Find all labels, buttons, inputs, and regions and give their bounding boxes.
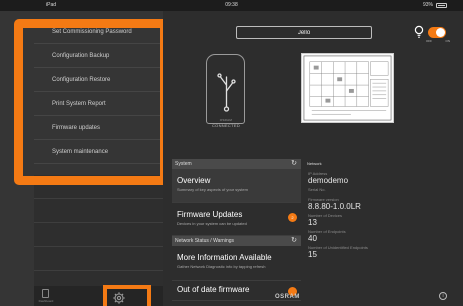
system-list: System ↻ Overview Summary of key aspects…: [172, 159, 301, 301]
network-details: Network IP Address demodemo Serial No. F…: [305, 159, 455, 259]
status-bar: iPad 09:38 93%: [0, 0, 463, 11]
toggle-on-label: ON: [445, 39, 451, 43]
highlight-frame-settings-tab: [103, 285, 151, 306]
info-icon[interactable]: i: [439, 292, 447, 300]
tab-dashboard-label: Dashboard: [38, 299, 54, 303]
firmware-version-value: 8.8.80-1.0.0LR: [308, 202, 361, 211]
details-header: Network: [307, 161, 322, 166]
lightbulb-icon: [414, 25, 424, 38]
clock: 09:38: [225, 2, 238, 8]
number-of-devices-value: 13: [308, 218, 317, 227]
empty-row: [34, 247, 163, 271]
list-item-more-information[interactable]: More Information Available Gather Networ…: [172, 246, 301, 281]
sidebar-empty-area: [34, 175, 163, 295]
tab-dashboard[interactable]: Dashboard: [34, 287, 58, 305]
overview-title: Overview: [177, 176, 211, 185]
unidentified-endpoints-value: 15: [308, 250, 317, 259]
refresh-icon[interactable]: ↻: [291, 159, 297, 169]
toggle-knob: [436, 28, 445, 37]
overview-subtitle: Summary of key aspects of your system: [177, 187, 248, 192]
system-name-field[interactable]: [236, 26, 372, 39]
device-status-label: CONNECTED: [211, 123, 241, 128]
section-title-network-status: Network Status / Warnings: [175, 238, 235, 244]
firmware-updates-subtitle: Devices in your system can be updated: [177, 221, 247, 226]
refresh-icon[interactable]: ↻: [291, 236, 297, 246]
power-toggle[interactable]: [428, 27, 446, 38]
app-screen: iPad 09:38 93% Set Commissioning Passwor…: [0, 0, 463, 306]
floor-plan-drawing: [303, 55, 392, 121]
osram-logo: OSRAM: [275, 294, 300, 300]
device-connection-status: OSRAM CONNECTED: [195, 118, 257, 128]
battery-icon: [436, 3, 447, 8]
gateway-device[interactable]: [206, 54, 245, 124]
out-of-date-firmware-title: Out of date firmware: [177, 285, 250, 294]
floor-plan-thumbnail[interactable]: [301, 53, 394, 123]
number-of-endpoints-value: 40: [308, 234, 317, 243]
more-information-subtitle: Gather Network Diagnostic info by tappin…: [177, 264, 266, 269]
highlight-frame-menu: [14, 19, 169, 185]
more-information-title: More Information Available: [177, 253, 272, 262]
ip-address-value: demodemo: [308, 176, 349, 185]
toggle-labels: OFF ON: [426, 39, 450, 43]
dashboard-icon: [42, 289, 49, 298]
toggle-off-label: OFF: [426, 39, 432, 43]
firmware-updates-title: Firmware Updates: [177, 210, 243, 219]
device-brand: OSRAM: [219, 118, 233, 122]
empty-row: [34, 199, 163, 223]
list-item-overview[interactable]: Overview Summary of key aspects of your …: [172, 169, 301, 203]
section-title-system: System: [175, 161, 192, 167]
gateway-symbol-icon: [217, 73, 236, 112]
section-header-system: System ↻: [172, 159, 301, 169]
section-header-network-status: Network Status / Warnings ↻: [172, 236, 301, 246]
empty-row: [34, 223, 163, 247]
list-item-firmware-updates[interactable]: Firmware Updates Devices in your system …: [172, 203, 301, 236]
battery-percent: 93%: [422, 2, 433, 8]
firmware-updates-badge: 2: [288, 213, 297, 222]
